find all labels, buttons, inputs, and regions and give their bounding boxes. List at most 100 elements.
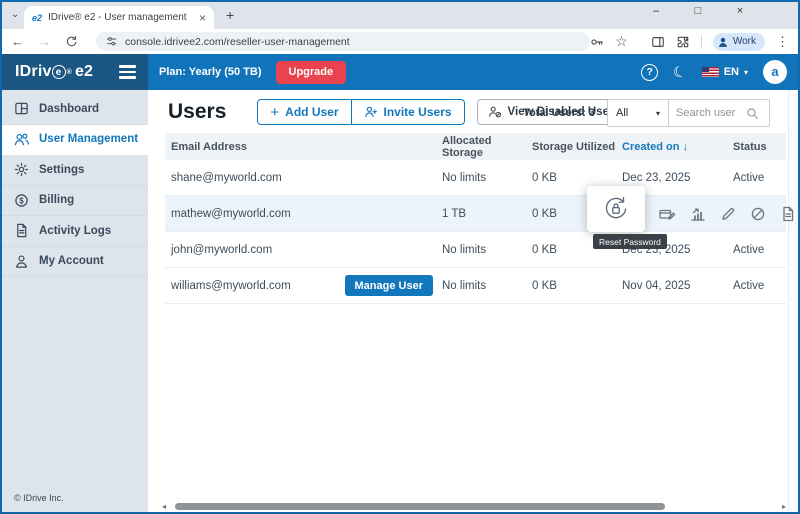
password-key-icon[interactable] bbox=[590, 35, 604, 49]
table-row[interactable]: john@myworld.com No limits 0 KB Dec 23, … bbox=[165, 232, 786, 268]
browser-tab[interactable]: e2 IDrive® e2 - User management × bbox=[24, 6, 214, 29]
us-flag-icon bbox=[702, 67, 719, 77]
allocated-storage: No limits bbox=[442, 244, 532, 256]
sidebar-label: Settings bbox=[39, 164, 84, 176]
window-controls: – □ × bbox=[650, 5, 746, 17]
sidebar-item-activity-logs[interactable]: Activity Logs bbox=[2, 216, 148, 247]
table-row[interactable]: shane@myworld.com No limits 0 KB Dec 23,… bbox=[165, 160, 786, 196]
profile-name: Work bbox=[733, 36, 756, 47]
status-value: Active bbox=[733, 172, 786, 184]
logo-prefix: IDriv bbox=[15, 63, 52, 81]
usage-stats-icon[interactable] bbox=[690, 206, 706, 222]
scroll-right-arrow[interactable]: ▸ bbox=[782, 502, 786, 511]
close-button[interactable]: × bbox=[734, 5, 746, 17]
user-filter-dropdown[interactable]: All ▾ bbox=[607, 99, 669, 127]
main-content: Users + Add User Invite Users bbox=[148, 90, 798, 512]
extensions-puzzle-icon[interactable] bbox=[676, 35, 690, 49]
scroll-left-arrow[interactable]: ◂ bbox=[162, 502, 166, 511]
site-settings-icon[interactable] bbox=[105, 35, 118, 48]
user-email: mathew@myworld.com bbox=[171, 208, 291, 220]
table-row[interactable]: williams@myworld.com Manage User No limi… bbox=[165, 268, 786, 304]
scrollbar-thumb[interactable] bbox=[175, 503, 665, 510]
vertical-scrollbar-track[interactable] bbox=[788, 90, 798, 512]
disable-user-icon[interactable] bbox=[750, 206, 766, 222]
back-icon[interactable]: ← bbox=[11, 34, 24, 49]
site-favicon: e2 bbox=[32, 13, 42, 23]
user-email: shane@myworld.com bbox=[171, 172, 282, 184]
sidebar-item-my-account[interactable]: My Account bbox=[2, 247, 148, 278]
sidebar-label: Activity Logs bbox=[39, 225, 111, 237]
created-on: Dec 23, 2025 bbox=[622, 172, 733, 184]
filter-value: All bbox=[616, 107, 628, 119]
gear-icon bbox=[14, 162, 29, 177]
dashboard-icon bbox=[14, 101, 29, 116]
header-actions: ? ☾ EN ▾ a bbox=[641, 60, 798, 84]
search-box bbox=[669, 99, 770, 127]
storage-utilized: 0 KB bbox=[532, 172, 622, 184]
row-action-icons bbox=[659, 196, 796, 232]
side-panel-icon[interactable] bbox=[651, 35, 665, 49]
plan-label: Plan: Yearly (50 TB) bbox=[159, 66, 262, 78]
app-header: IDrive®e2 Plan: Yearly (50 TB) Upgrade ?… bbox=[2, 54, 798, 90]
maximize-button[interactable]: □ bbox=[692, 5, 704, 17]
filter-search-cluster: Total Users: 3 All ▾ bbox=[523, 99, 770, 127]
help-icon[interactable]: ? bbox=[641, 64, 658, 81]
users-icon bbox=[14, 132, 29, 147]
search-input[interactable] bbox=[676, 107, 746, 119]
upgrade-button[interactable]: Upgrade bbox=[276, 61, 347, 84]
invite-users-button[interactable]: Invite Users bbox=[351, 100, 464, 124]
hamburger-menu-icon[interactable] bbox=[119, 65, 136, 78]
sidebar-label: My Account bbox=[39, 255, 104, 267]
created-on-label: Created on bbox=[622, 141, 679, 153]
billing-dollar-icon: $ bbox=[14, 193, 29, 208]
created-on: Nov 04, 2025 bbox=[622, 280, 733, 292]
sidebar-item-billing[interactable]: $ Billing bbox=[2, 186, 148, 217]
dark-mode-moon-icon[interactable]: ☾ bbox=[671, 61, 689, 82]
user-email: john@myworld.com bbox=[171, 244, 272, 256]
logo-registered-mark: ® bbox=[67, 69, 72, 76]
idrive-e2-logo: IDrive®e2 bbox=[15, 63, 93, 81]
person-icon bbox=[14, 254, 29, 269]
profile-chip[interactable]: Work bbox=[713, 33, 765, 51]
add-user-button[interactable]: + Add User bbox=[258, 100, 350, 124]
tab-close-icon[interactable]: × bbox=[199, 11, 206, 25]
toolbar-divider bbox=[701, 35, 702, 49]
address-bar-actions: ☆ Work ⋮ bbox=[590, 33, 789, 51]
status-value: Active bbox=[733, 244, 786, 256]
minimize-button[interactable]: – bbox=[650, 5, 662, 17]
user-email: williams@myworld.com bbox=[171, 280, 291, 292]
edit-plan-icon[interactable] bbox=[659, 206, 676, 223]
forward-icon: → bbox=[38, 34, 51, 49]
refresh-icon[interactable] bbox=[65, 35, 78, 48]
bookmark-star-icon[interactable]: ☆ bbox=[615, 33, 628, 50]
edit-user-icon[interactable] bbox=[720, 206, 736, 222]
account-avatar[interactable]: a bbox=[763, 60, 787, 84]
language-code: EN bbox=[724, 66, 739, 78]
sidebar: Dashboard User Management Settin bbox=[2, 90, 148, 512]
table-header: Email Address Allocated Storage Storage … bbox=[165, 133, 786, 160]
user-logs-icon[interactable] bbox=[780, 206, 796, 222]
sidebar-item-settings[interactable]: Settings bbox=[2, 155, 148, 186]
sidebar-item-dashboard[interactable]: Dashboard bbox=[2, 94, 148, 125]
status-value: Active bbox=[733, 280, 786, 292]
reset-password-button[interactable] bbox=[587, 186, 645, 232]
logo-suffix: e2 bbox=[75, 63, 93, 81]
copyright-footer: © IDrive Inc. bbox=[14, 493, 64, 503]
browser-window: ⌄ e2 IDrive® e2 - User management × + – … bbox=[0, 0, 800, 514]
tab-title: IDrive® e2 - User management bbox=[48, 12, 195, 23]
horizontal-scrollbar[interactable]: ◂ ▸ bbox=[162, 502, 786, 511]
language-selector[interactable]: EN ▾ bbox=[702, 66, 748, 78]
browser-menu-kebab-icon[interactable]: ⋮ bbox=[776, 34, 789, 50]
new-tab-button[interactable]: + bbox=[226, 8, 234, 22]
search-icon[interactable] bbox=[746, 107, 759, 120]
invite-users-label: Invite Users bbox=[384, 105, 452, 119]
col-storage-utilized: Storage Utilized bbox=[532, 141, 622, 153]
profile-avatar-icon bbox=[717, 36, 729, 48]
url-field[interactable]: console.idrivee2.com/reseller-user-manag… bbox=[96, 32, 590, 51]
tab-search-chevron-icon[interactable]: ⌄ bbox=[11, 9, 19, 20]
col-email-address: Email Address bbox=[171, 141, 442, 153]
col-created-on[interactable]: Created on↓ bbox=[622, 141, 733, 153]
sidebar-item-user-management[interactable]: User Management bbox=[2, 125, 148, 156]
manage-user-button[interactable]: Manage User bbox=[345, 275, 433, 296]
person-disabled-icon bbox=[488, 105, 502, 119]
